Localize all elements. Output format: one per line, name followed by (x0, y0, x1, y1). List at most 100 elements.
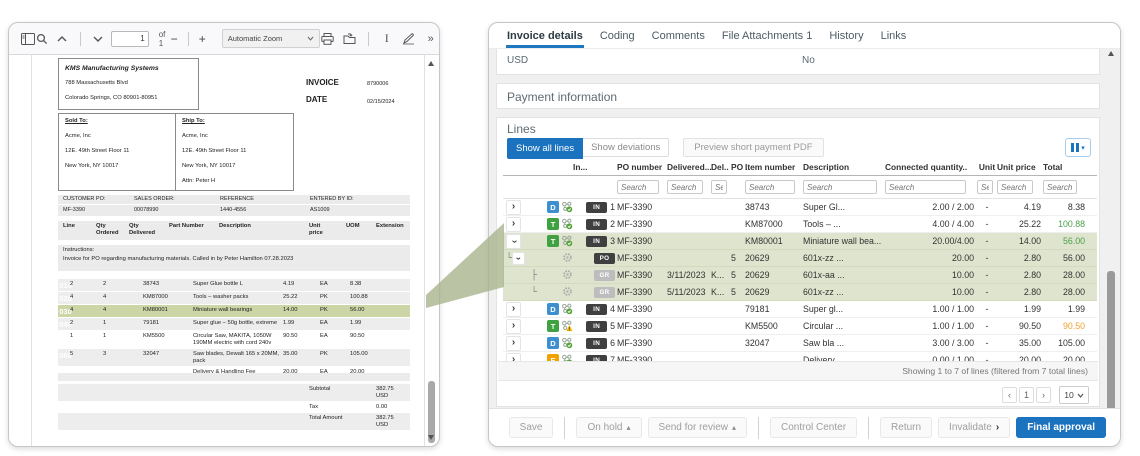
column-header-10[interactable]: Unit (977, 162, 997, 172)
toolbar-divider (80, 32, 81, 46)
tab-file-attachments-1[interactable]: File Attachments 1 (721, 30, 814, 48)
meta-value: 00078990 (134, 207, 158, 214)
draw-tool-icon[interactable] (401, 31, 417, 47)
collapse-row-button[interactable]: › (506, 234, 521, 249)
search-cell (745, 180, 803, 194)
invoice-col-header: Part Number (169, 223, 204, 230)
payment-section-title: Payment information (507, 90, 617, 104)
item-number-cell: 79181 (745, 304, 803, 314)
line-row[interactable]: ›TIN3MF-3390KM80001Miniature wall bea...… (503, 233, 1097, 250)
invoice-item-row: 03044KM80001Miniature wall bearings14.00… (58, 305, 410, 318)
line-subrow[interactable]: └›POMF-3390520629601x-zz ...20.00-2.8056… (503, 250, 1097, 267)
zoom-in-icon[interactable]: + (199, 34, 206, 44)
next-page-button[interactable]: › (1036, 387, 1051, 403)
sold-to-line: Acme, Inc (65, 133, 175, 140)
app-vertical-scrollbar[interactable] (1106, 49, 1116, 440)
column-search-input[interactable] (711, 180, 727, 194)
text-tool-icon[interactable]: I (379, 31, 395, 47)
on-hold-button[interactable]: On hold▴ (576, 417, 641, 438)
stage-badge-gr: GR (594, 287, 615, 298)
column-header-4[interactable]: Delivered... (667, 162, 711, 172)
expand-row-button[interactable]: › (506, 302, 521, 317)
line-subrow[interactable]: ├GRMF-33903/11/2023K...520629601x-aa ...… (503, 267, 1097, 284)
pdf-vertical-scrollbar[interactable] (427, 55, 436, 446)
control-center-button[interactable]: Control Center (770, 417, 857, 438)
total-label: Total Amount (309, 413, 376, 430)
column-header-2[interactable]: In... (573, 162, 617, 172)
expand-row-button[interactable]: › (506, 200, 521, 215)
return-button[interactable]: Return (880, 417, 932, 438)
tab-history[interactable]: History (828, 30, 864, 48)
preview-short-payment-pdf-button[interactable]: Preview short payment PDF (683, 138, 823, 157)
scroll-up-arrow[interactable] (428, 61, 434, 66)
tab-links[interactable]: Links (880, 30, 908, 48)
expand-row-button[interactable]: › (506, 336, 521, 351)
current-page-button[interactable]: 1 (1019, 387, 1034, 403)
column-header-6[interactable]: PO .. (731, 162, 745, 172)
line-row[interactable]: ›DIN4MF-339079181Super gl...1.00 / 1.00-… (503, 301, 1097, 318)
column-search-input[interactable] (745, 180, 795, 194)
search-icon[interactable] (35, 31, 49, 47)
column-search-input[interactable] (667, 180, 703, 194)
column-settings-button[interactable]: ▾ (1065, 138, 1091, 157)
pagination: ‹ 1 › 10 (1002, 386, 1089, 404)
stage-cell: GR (573, 270, 617, 281)
column-header-9[interactable]: Connected quantity.. (885, 162, 977, 172)
column-header-7[interactable]: Item number (745, 162, 803, 172)
line-row[interactable]: ›DIN1MF-339038743Super Gl...2.00 / 2.00-… (503, 199, 1097, 216)
app-scrollbar-thumb[interactable] (1107, 271, 1115, 417)
invalidate-button[interactable]: Invalidate› (938, 417, 1010, 438)
column-header-8[interactable]: Description (803, 162, 885, 172)
column-search-input[interactable] (1043, 180, 1077, 194)
stage-badge-in: IN (586, 236, 607, 247)
final-approval-button[interactable]: Final approval (1016, 417, 1106, 438)
page-down-icon[interactable] (90, 31, 104, 47)
column-search-input[interactable] (617, 180, 659, 194)
open-file-icon[interactable] (342, 31, 358, 47)
connected-quantity-cell: 10.00 (885, 270, 977, 280)
zoom-out-icon[interactable]: − (171, 34, 178, 44)
pdf-scrollbar-thumb[interactable] (428, 381, 435, 443)
unit-cell: - (977, 202, 997, 212)
scroll-up-arrow[interactable] (1108, 51, 1114, 56)
invoice-line-items: 0102238743Super Glue bottle L4.19EA8.380… (58, 279, 410, 380)
expand-row-button[interactable]: › (506, 319, 521, 334)
item-uom: EA (320, 318, 350, 330)
page-up-icon[interactable] (55, 31, 69, 47)
type-cell: D (529, 303, 573, 315)
column-header-11[interactable]: Unit price (997, 162, 1043, 172)
line-row[interactable]: ›DIN6MF-339032047Saw bla ...3.00 / 3.00-… (503, 335, 1097, 352)
column-header-3[interactable]: PO number (617, 162, 667, 172)
scroll-down-arrow[interactable] (428, 435, 434, 440)
column-search-input[interactable] (977, 180, 993, 194)
line-row[interactable]: ›TIN2MF-3390KM87000Tools – ...4.00 / 4.0… (503, 216, 1097, 233)
tab-comments[interactable]: Comments (651, 30, 706, 48)
column-search-input[interactable] (997, 180, 1033, 194)
column-header-5[interactable]: Del.. (711, 162, 731, 172)
sidebar-toggle-icon[interactable] (21, 31, 35, 47)
description-cell: Miniature wall bea... (803, 236, 885, 246)
line-subrow[interactable]: └GRMF-33905/11/2023K...520629601x-zz ...… (503, 284, 1097, 301)
column-header-12[interactable]: Total (1043, 162, 1087, 172)
collapse-row-button[interactable]: › (512, 252, 525, 265)
item-uom: PK (320, 305, 350, 317)
zoom-level-select[interactable]: Automatic Zoom (222, 29, 320, 48)
page-size-select[interactable]: 10 (1059, 386, 1089, 404)
send-for-review-button[interactable]: Send for review▴ (648, 417, 748, 438)
show-deviations-button[interactable]: Show deviations (583, 138, 669, 157)
print-icon[interactable] (320, 31, 336, 47)
stage-cell: IN1 (573, 202, 617, 213)
tab-invoice-details[interactable]: Invoice details (506, 30, 584, 48)
expand-row-button[interactable]: › (506, 217, 521, 232)
column-search-input[interactable] (803, 180, 877, 194)
more-tools-icon[interactable]: » (423, 31, 439, 47)
line-row[interactable]: ›TIN5MF-3390KM5500Circular ...1.00 / 1.0… (503, 318, 1097, 335)
connected-quantity-cell: 20.00 (885, 253, 977, 263)
column-search-input[interactable] (885, 180, 966, 194)
save-button[interactable]: Save (509, 417, 554, 438)
show-all-lines-button[interactable]: Show all lines (507, 138, 583, 159)
item-number-cell: 32047 (745, 338, 803, 348)
prev-page-button[interactable]: ‹ (1002, 387, 1017, 403)
tab-coding[interactable]: Coding (599, 30, 636, 48)
page-number-input[interactable] (111, 31, 149, 47)
